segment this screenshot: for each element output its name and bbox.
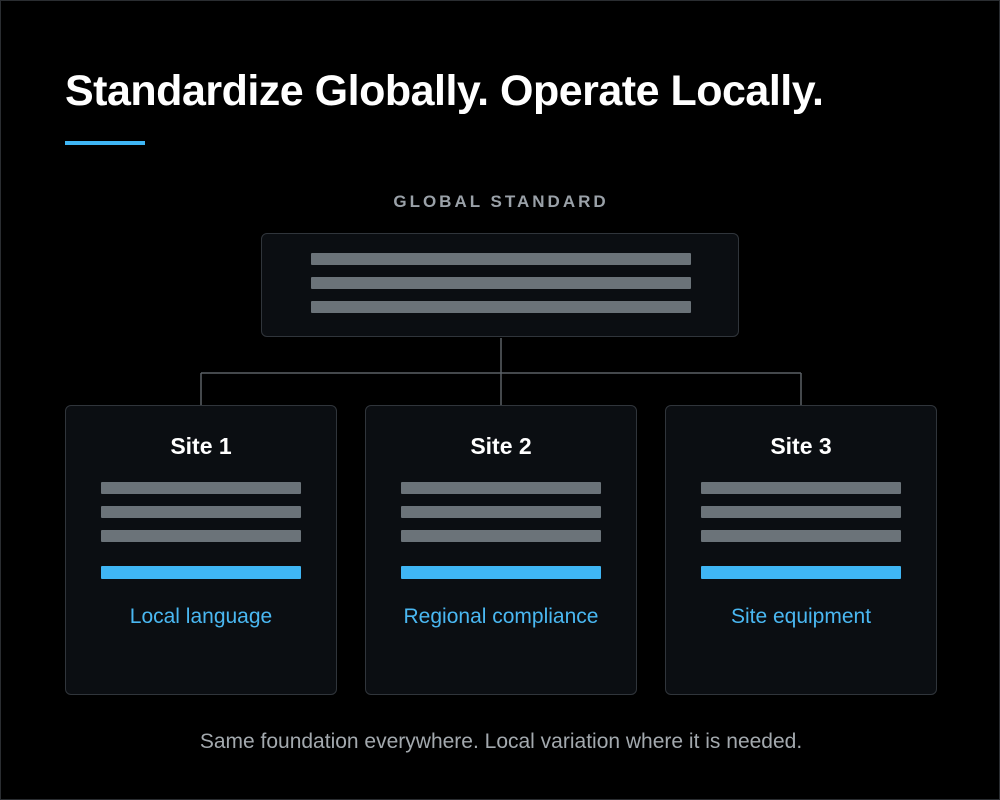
global-text-placeholder (311, 277, 691, 289)
site-text-placeholder (101, 506, 301, 518)
site-variation-accent (701, 566, 901, 579)
global-standard-box (261, 233, 739, 337)
site-text-placeholder (401, 506, 601, 518)
site-card-1: Site 1 Local language (65, 405, 337, 695)
site-title: Site 1 (170, 433, 232, 459)
site-variation-label: Local language (129, 605, 273, 628)
global-standard-label: GLOBAL STANDARD (393, 192, 609, 211)
global-text-placeholder (311, 253, 691, 265)
site-text-placeholder (101, 530, 301, 542)
global-text-placeholder (311, 301, 691, 313)
site-variation-label: Regional compliance (403, 605, 599, 628)
site-variation-accent (101, 566, 301, 579)
page-title: Standardize Globally. Operate Locally. (65, 67, 824, 115)
site-text-placeholder (101, 482, 301, 494)
site-title: Site 3 (770, 433, 832, 459)
site-card-2: Site 2 Regional compliance (365, 405, 637, 695)
site-title: Site 2 (470, 433, 532, 459)
site-text-placeholder (701, 506, 901, 518)
site-card-3: Site 3 Site equipment (665, 405, 937, 695)
site-text-placeholder (701, 530, 901, 542)
diagram-canvas: Standardize Globally. Operate Locally. G… (0, 0, 1000, 800)
site-text-placeholder (401, 530, 601, 542)
site-variation-accent (401, 566, 601, 579)
title-accent-line (65, 141, 145, 145)
site-variation-label: Site equipment (730, 605, 872, 628)
site-text-placeholder (401, 482, 601, 494)
footer-caption: Same foundation everywhere. Local variat… (199, 730, 803, 753)
site-text-placeholder (701, 482, 901, 494)
